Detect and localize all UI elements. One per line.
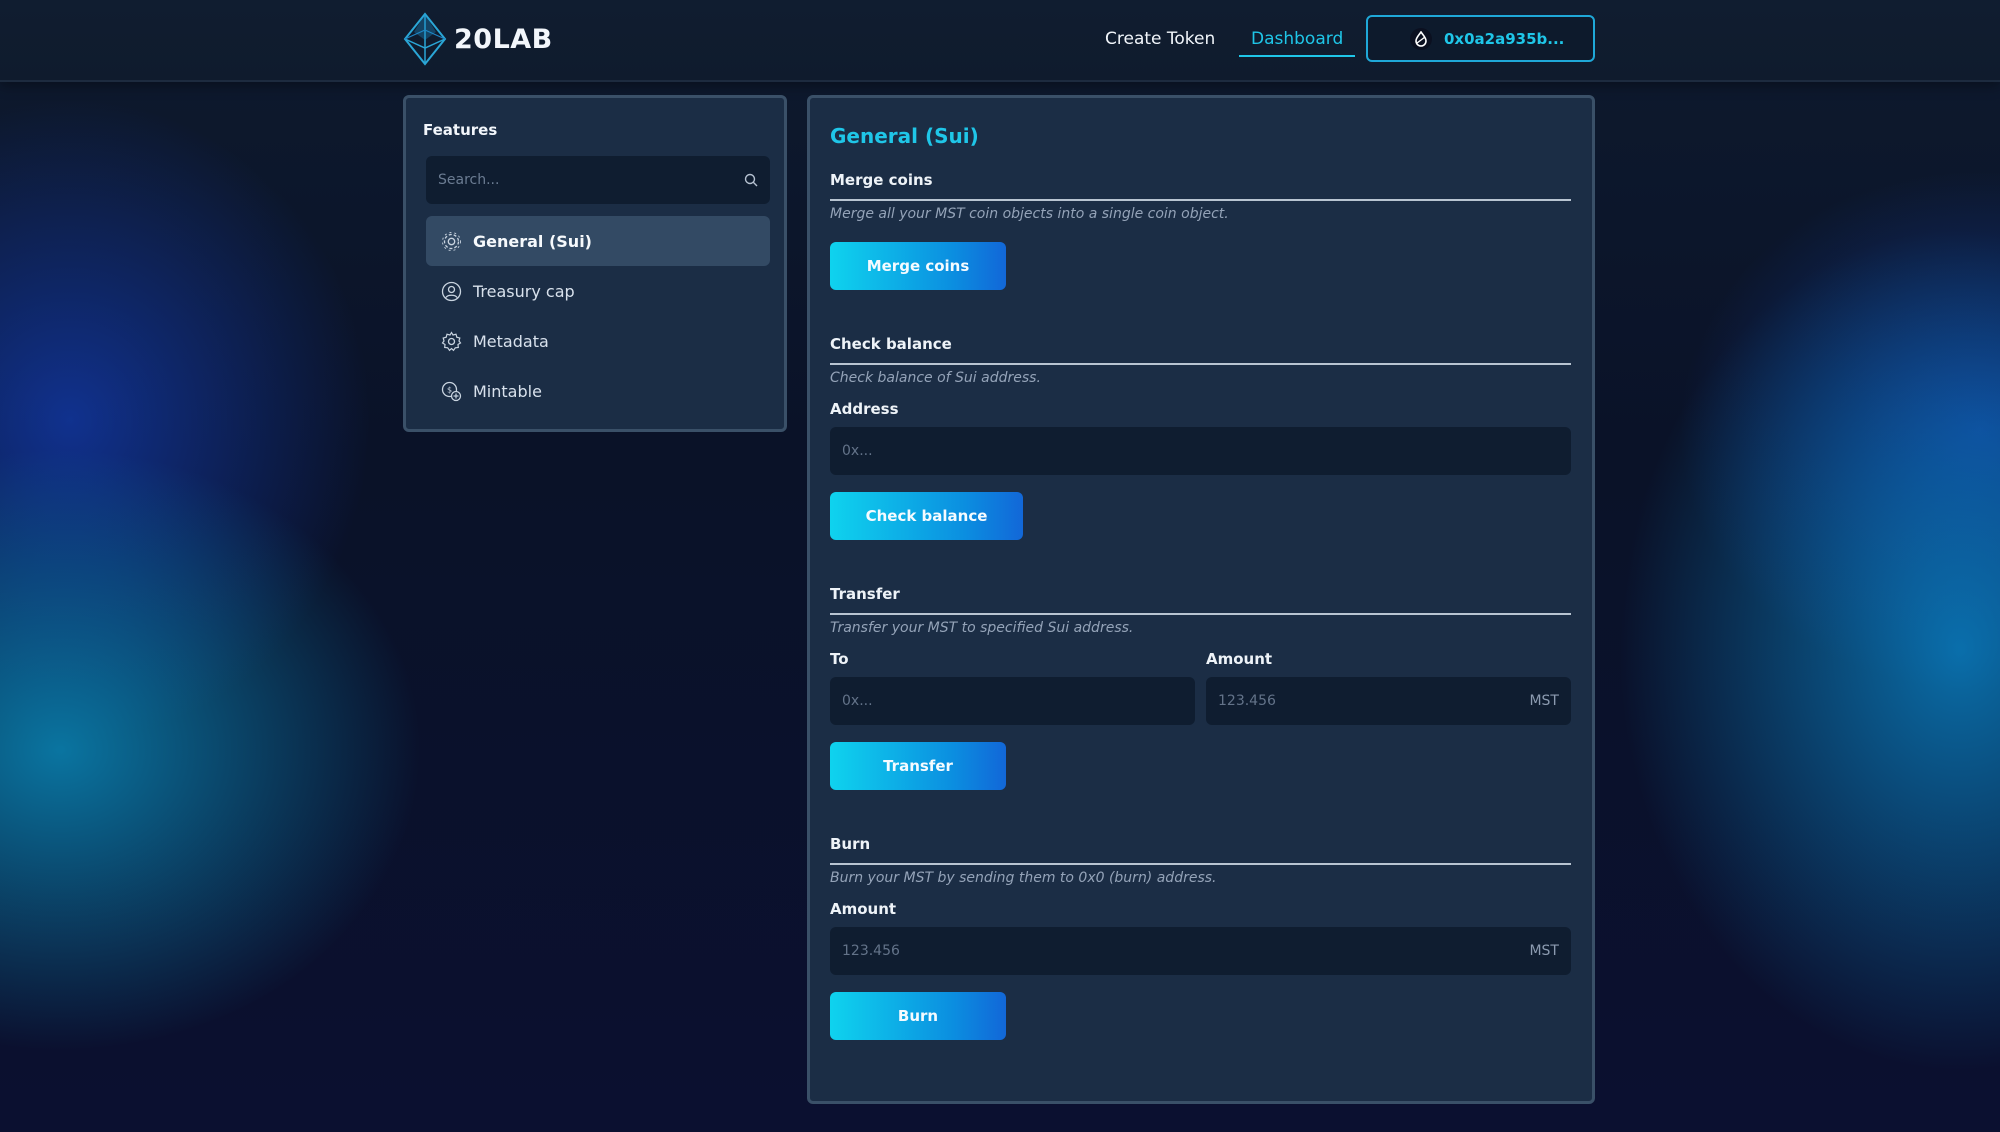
cog-icon: [441, 330, 462, 351]
sidebar-item-treasury-cap[interactable]: Treasury cap: [426, 266, 770, 316]
burn-button[interactable]: Burn: [830, 992, 1006, 1040]
transfer-to-label: To: [830, 650, 849, 668]
transfer-amount-field: MST: [1206, 677, 1571, 725]
logo-icon: [403, 12, 447, 66]
search-icon[interactable]: [744, 173, 758, 187]
top-navbar: 20LAB Create Token Dashboard 0x0a2a935b.…: [0, 0, 2000, 82]
transfer-amount-input[interactable]: [1218, 693, 1530, 709]
burn-amount-input[interactable]: [842, 943, 1530, 959]
sidebar-item-label: Mintable: [473, 381, 542, 401]
sui-icon: [1410, 27, 1432, 50]
burn-amount-suffix: MST: [1529, 943, 1559, 959]
address-field: [830, 427, 1571, 475]
check-balance-button[interactable]: Check balance: [830, 492, 1023, 540]
sidebar-title: Features: [423, 121, 498, 139]
check-balance-section-title: Check balance: [830, 335, 1571, 365]
nav-create-token[interactable]: Create Token: [1105, 0, 1215, 78]
logo[interactable]: 20LAB: [402, 12, 553, 66]
wallet-button[interactable]: 0x0a2a935b...: [1366, 15, 1595, 62]
transfer-amount-label: Amount: [1206, 650, 1273, 668]
gear-icon: [442, 231, 461, 251]
sidebar-item-general[interactable]: General (Sui): [426, 216, 770, 266]
check-balance-section-desc: Check balance of Sui address.: [830, 370, 1041, 386]
sidebar-menu: General (Sui) Treasury cap Metadata $ Mi…: [426, 216, 770, 416]
transfer-amount-suffix: MST: [1529, 693, 1559, 709]
sidebar-item-metadata[interactable]: Metadata: [426, 316, 770, 366]
sidebar-item-label: Metadata: [473, 331, 549, 351]
nav-dashboard-label: Dashboard: [1239, 29, 1356, 57]
svg-text:$: $: [447, 385, 452, 394]
search-box: [426, 156, 770, 204]
merge-coins-button[interactable]: Merge coins: [830, 242, 1006, 290]
wallet-address: 0x0a2a935b...: [1444, 29, 1565, 48]
page-title: General (Sui): [830, 124, 979, 148]
merge-section-title: Merge coins: [830, 171, 1571, 201]
address-input[interactable]: [842, 443, 1559, 459]
burn-section-desc: Burn your MST by sending them to 0x0 (bu…: [830, 870, 1217, 886]
logo-text: 20LAB: [454, 23, 553, 55]
transfer-to-field: [830, 677, 1195, 725]
transfer-section-title: Transfer: [830, 585, 1571, 615]
nav-dashboard[interactable]: Dashboard: [1239, 0, 1356, 78]
sidebar-item-label: General (Sui): [473, 231, 592, 251]
burn-section-title: Burn: [830, 835, 1571, 865]
transfer-section-desc: Transfer your MST to specified Sui addre…: [830, 620, 1134, 636]
features-sidebar: Features General (Sui) Treasury cap: [403, 95, 787, 432]
address-label: Address: [830, 400, 899, 418]
sidebar-item-mintable[interactable]: $ Mintable: [426, 366, 770, 416]
user-circle-icon: [441, 281, 462, 301]
burn-amount-field: MST: [830, 927, 1571, 975]
sidebar-item-label: Treasury cap: [473, 281, 575, 301]
coin-add-icon: $: [441, 381, 462, 401]
burn-amount-label: Amount: [830, 900, 897, 918]
transfer-button[interactable]: Transfer: [830, 742, 1006, 790]
merge-section-desc: Merge all your MST coin objects into a s…: [830, 206, 1229, 222]
search-input[interactable]: [438, 172, 744, 188]
transfer-to-input[interactable]: [842, 693, 1183, 709]
general-panel: General (Sui) Merge coins Merge all your…: [807, 95, 1595, 1104]
